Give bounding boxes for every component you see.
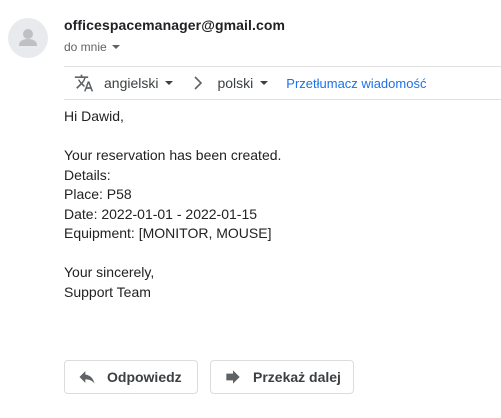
message-body-line: Your reservation has been created. (64, 147, 282, 163)
target-language-select[interactable]: polski (217, 75, 269, 91)
message-body-line: Date: 2022-01-01 - 2022-01-15 (64, 205, 258, 222)
translate-icon (74, 74, 94, 92)
message-body-line: Support Team (64, 283, 151, 300)
person-avatar-icon (19, 29, 37, 46)
message-body-line: Place: P58 (64, 186, 132, 202)
reply-button[interactable]: Odpowiedz (64, 360, 198, 394)
forward-button[interactable]: Przekaż dalej (210, 360, 354, 394)
reply-icon (79, 371, 95, 384)
source-language-label: angielski (104, 75, 159, 91)
chevron-right-icon (194, 76, 203, 90)
reply-label: Odpowiedz (107, 369, 182, 385)
source-language-select[interactable]: angielski (104, 75, 174, 91)
message-body-line (64, 127, 281, 147)
recipient-label: do mnie (64, 40, 107, 54)
avatar[interactable] (8, 18, 48, 58)
chevron-down-icon (260, 81, 269, 85)
recipient-dropdown[interactable]: do mnie (64, 40, 120, 54)
forward-icon (226, 370, 240, 384)
message-body-line: Hi Dawid, (64, 108, 124, 124)
sender-address: officespacemanager@gmail.com (64, 17, 286, 33)
message-body-line: Equipment: [MONITOR, MOUSE] (64, 225, 272, 241)
translate-bar: angielski polski Przetłumacz wiadomość (64, 66, 501, 100)
message-body-line: Details: (64, 166, 111, 183)
message-body: Hi Dawid, Your reservation has been crea… (64, 107, 281, 302)
message-body-line: Your sincerely, (64, 264, 155, 280)
translate-message-link[interactable]: Przetłumacz wiadomość (286, 76, 426, 91)
target-language-label: polski (217, 75, 254, 91)
message-body-line (64, 244, 281, 264)
chevron-down-icon (165, 81, 174, 85)
forward-label: Przekaż dalej (253, 369, 341, 385)
chevron-down-icon (111, 45, 120, 49)
